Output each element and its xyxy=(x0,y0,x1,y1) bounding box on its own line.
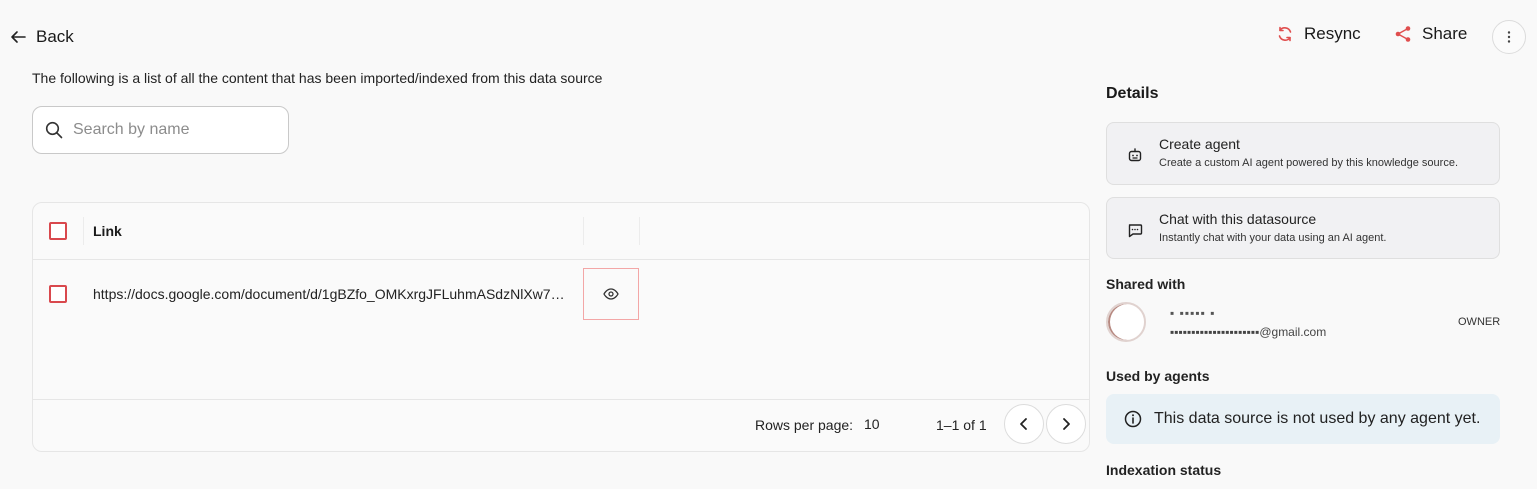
back-label: Back xyxy=(36,27,74,46)
chat-icon xyxy=(1128,224,1143,238)
indexation-status-title: Indexation status xyxy=(1106,462,1222,478)
previous-page-button[interactable] xyxy=(1004,404,1044,444)
card-title: Create agent xyxy=(1159,136,1240,152)
chat-datasource-card[interactable]: Chat with this datasource Instantly chat… xyxy=(1106,197,1500,259)
share-button[interactable]: Share xyxy=(1394,24,1467,44)
share-icon xyxy=(1395,26,1411,42)
resync-button[interactable]: Resync xyxy=(1276,24,1361,44)
role-badge: OWNER xyxy=(1458,316,1501,328)
details-title: Details xyxy=(1106,85,1159,102)
no-agents-info: This data source is not used by any agen… xyxy=(1106,394,1500,444)
column-divider xyxy=(583,217,584,245)
view-button[interactable] xyxy=(583,268,639,320)
column-header-link: Link xyxy=(93,223,122,239)
refresh-icon xyxy=(1278,26,1292,42)
card-title: Chat with this datasource xyxy=(1159,211,1317,227)
robot-icon xyxy=(1128,148,1142,162)
user-name: ▪ ▪▪▪▪▪ ▪ xyxy=(1170,306,1216,320)
table-row[interactable]: https://docs.google.com/document/d/1gBZf… xyxy=(33,260,1089,328)
intro-text: The following is a list of all the conte… xyxy=(32,70,603,86)
info-icon xyxy=(1124,410,1142,428)
search-field[interactable] xyxy=(32,106,289,154)
more-options-button[interactable] xyxy=(1492,20,1526,54)
arrow-left-icon xyxy=(11,31,26,43)
info-message: This data source is not used by any agen… xyxy=(1154,410,1481,427)
share-label: Share xyxy=(1422,24,1468,43)
back-button[interactable]: Back xyxy=(10,24,74,50)
search-input[interactable] xyxy=(73,121,263,139)
column-divider xyxy=(639,217,640,245)
row-checkbox[interactable] xyxy=(49,285,67,303)
card-description: Instantly chat with your data using an A… xyxy=(1159,232,1387,244)
column-divider xyxy=(83,217,84,245)
card-description: Create a custom AI agent powered by this… xyxy=(1159,157,1459,169)
create-agent-card[interactable]: Create agent Create a custom AI agent po… xyxy=(1106,122,1500,185)
avatar xyxy=(1106,302,1146,342)
content-table: Link https://docs.google.com/document/d/… xyxy=(32,202,1090,452)
resync-label: Resync xyxy=(1304,24,1361,43)
row-link[interactable]: https://docs.google.com/document/d/1gBZf… xyxy=(93,286,571,302)
used-by-agents-title: Used by agents xyxy=(1106,368,1210,384)
select-all-checkbox[interactable] xyxy=(49,222,67,240)
rows-per-page-select[interactable]: 10 xyxy=(864,416,880,432)
more-vertical-icon xyxy=(1507,31,1511,43)
user-email: ▪▪▪▪▪▪▪▪▪▪▪▪▪▪▪▪▪▪▪▪▪@gmail.com xyxy=(1170,325,1327,339)
shared-with-title: Shared with xyxy=(1106,276,1186,292)
table-header: Link xyxy=(33,203,1089,260)
next-page-button[interactable] xyxy=(1046,404,1086,444)
rows-per-page-label: Rows per page: xyxy=(755,417,854,433)
table-pagination: Rows per page: 10 1–1 of 1 xyxy=(33,399,1089,452)
eye-icon xyxy=(603,288,619,300)
chevron-right-icon xyxy=(1063,418,1070,430)
pagination-range: 1–1 of 1 xyxy=(936,417,987,433)
chevron-left-icon xyxy=(1020,418,1027,430)
search-icon xyxy=(45,121,63,139)
